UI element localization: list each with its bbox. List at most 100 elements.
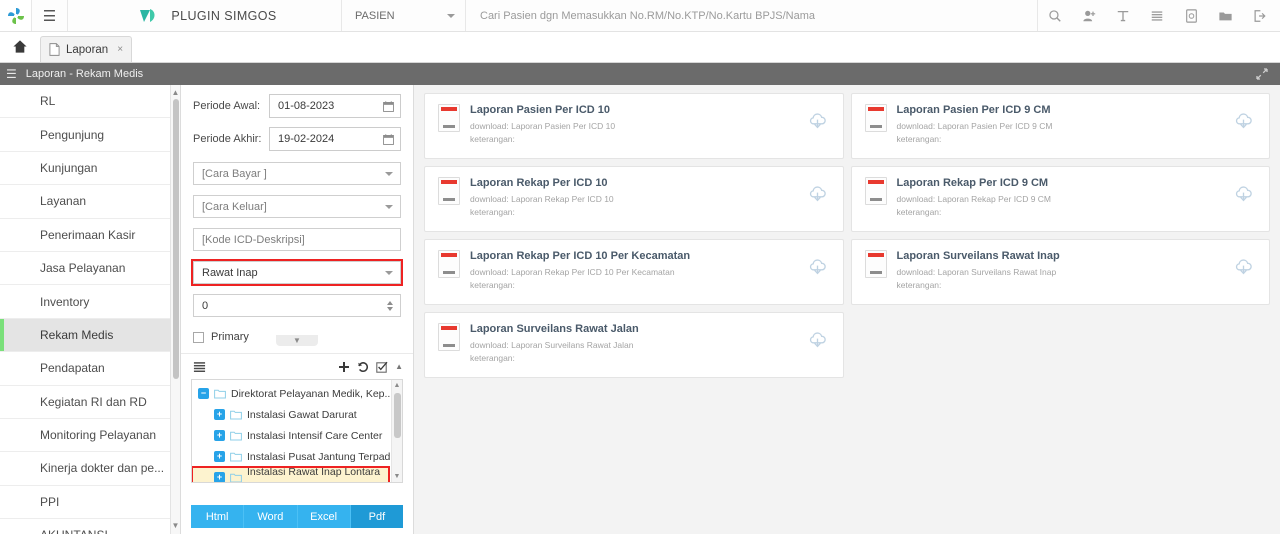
cloud-download-icon[interactable]: [808, 331, 827, 349]
sidebar-item-rl[interactable]: RL: [0, 85, 180, 119]
tab-label: Laporan: [66, 43, 109, 56]
cloud-download-icon[interactable]: [1234, 258, 1253, 276]
export-excel-button[interactable]: Excel: [297, 505, 351, 528]
cara-bayar-select[interactable]: [Cara Bayar ]: [193, 162, 401, 185]
chevron-up-icon[interactable]: ▲: [395, 362, 403, 371]
list-icon[interactable]: [1140, 0, 1174, 32]
sidebar-item-pendapatan[interactable]: Pendapatan: [0, 352, 180, 386]
cloud-download-icon[interactable]: [1234, 185, 1253, 203]
periode-awal-value: 01-08-2023: [278, 100, 335, 112]
stepper-arrows-icon[interactable]: [387, 300, 393, 311]
search-placeholder: Cari Pasien dgn Memasukkan No.RM/No.KTP/…: [480, 9, 816, 22]
page-icon: [49, 43, 60, 56]
tree-node[interactable]: − Direktorat Pelayanan Medik, Kep...: [192, 383, 402, 404]
scrollbar-thumb[interactable]: [173, 99, 179, 379]
cloud-download-icon[interactable]: [1234, 112, 1253, 130]
sidebar-item-pengunjung[interactable]: Pengunjung: [0, 118, 180, 152]
scroll-up-icon[interactable]: ▲: [171, 87, 180, 99]
sidebar-item-label: Kunjungan: [40, 160, 98, 175]
kode-icd-placeholder: [Kode ICD-Deskripsi]: [202, 233, 305, 246]
report-download-text: download: Laporan Rekap Per ICD 9 CM: [896, 194, 1052, 205]
tree-node[interactable]: + Instalasi Intensif Care Center: [192, 425, 402, 446]
expand-arrows-icon[interactable]: [1256, 68, 1280, 80]
scrollbar-thumb[interactable]: [394, 393, 401, 438]
report-card[interactable]: Laporan Pasien Per ICD 9 CM download: Lap…: [850, 93, 1270, 159]
plus-icon[interactable]: [338, 361, 350, 373]
tree-node-label: Instalasi Rawat Inap Lontara ...: [247, 465, 381, 483]
periode-awal-input[interactable]: 01-08-2023: [269, 94, 401, 118]
add-user-icon[interactable]: [1072, 0, 1106, 32]
app-logo[interactable]: [0, 0, 32, 31]
ruang-select[interactable]: Rawat Inap: [191, 259, 403, 286]
unit-tree[interactable]: − Direktorat Pelayanan Medik, Kep... + Inst…: [191, 379, 403, 483]
sidebar-item-kinerja-dokter-dan-pe[interactable]: Kinerja dokter dan pe...: [0, 452, 180, 486]
context-select[interactable]: PASIEN: [342, 0, 466, 31]
report-card[interactable]: Laporan Rekap Per ICD 10 download: Lapora…: [424, 166, 844, 232]
tree-node[interactable]: + Instalasi Rawat Inap Lontara ...: [192, 465, 390, 483]
sidebar-item-monitoring-pelayanan[interactable]: Monitoring Pelayanan: [0, 419, 180, 453]
list-lines-icon[interactable]: [193, 361, 206, 373]
top-bar: ☰ PLUGIN SIMGOS PASIEN Cari Pasien dgn M…: [0, 0, 1280, 32]
tree-node-label: Instalasi Pusat Jantung Terpadu: [247, 450, 397, 463]
expand-plus-icon[interactable]: +: [214, 409, 225, 420]
panel-collapse-handle[interactable]: ▼: [276, 335, 318, 346]
cara-bayar-value: [Cara Bayar ]: [202, 167, 267, 180]
calendar-icon[interactable]: [383, 100, 394, 112]
number-stepper[interactable]: 0: [193, 294, 401, 317]
report-card[interactable]: Laporan Rekap Per ICD 9 CM download: Lapo…: [850, 166, 1270, 232]
search-icon[interactable]: [1038, 0, 1072, 32]
logout-icon[interactable]: [1242, 0, 1276, 32]
scroll-down-icon[interactable]: ▼: [171, 520, 180, 532]
expand-plus-icon[interactable]: +: [214, 472, 225, 482]
report-card[interactable]: Laporan Rekap Per ICD 10 Per Kecamatan do…: [424, 239, 844, 305]
cara-keluar-select[interactable]: [Cara Keluar]: [193, 195, 401, 218]
tab-laporan[interactable]: Laporan ×: [40, 36, 133, 62]
export-html-button[interactable]: Html: [191, 505, 245, 528]
export-pdf-button[interactable]: Pdf: [350, 505, 403, 528]
folder-icon[interactable]: [1208, 0, 1242, 32]
bars-icon[interactable]: ☰: [6, 67, 17, 81]
sidebar-item-rekam-medis[interactable]: Rekam Medis: [0, 318, 180, 353]
document-icon[interactable]: [1174, 0, 1208, 32]
cara-keluar-value: [Cara Keluar]: [202, 200, 267, 213]
cloud-download-icon[interactable]: [808, 112, 827, 130]
text-format-icon[interactable]: [1106, 0, 1140, 32]
sidebar-item-jasa-pelayanan[interactable]: Jasa Pelayanan: [0, 252, 180, 286]
folder-icon: [214, 389, 226, 399]
sidebar-item-akuntansi[interactable]: AKUNTANSI: [0, 519, 180, 534]
sidebar-item-ppi[interactable]: PPI: [0, 486, 180, 520]
kode-icd-input[interactable]: [Kode ICD-Deskripsi]: [193, 228, 401, 251]
history-revert-icon[interactable]: [357, 361, 369, 373]
expand-plus-icon[interactable]: +: [214, 451, 225, 462]
report-card[interactable]: Laporan Pasien Per ICD 10 download: Lapor…: [424, 93, 844, 159]
periode-akhir-input[interactable]: 19-02-2024: [269, 127, 401, 151]
menu-toggle-button[interactable]: ☰: [32, 0, 68, 31]
sidebar-item-kegiatan-ri-dan-rd[interactable]: Kegiatan RI dan RD: [0, 386, 180, 419]
report-card-text: Laporan Rekap Per ICD 10 download: Lapora…: [470, 177, 831, 219]
scroll-up-icon[interactable]: ▲: [392, 382, 402, 389]
expand-plus-icon[interactable]: +: [214, 430, 225, 441]
patient-search-field[interactable]: Cari Pasien dgn Memasukkan No.RM/No.KTP/…: [466, 0, 1038, 31]
hamburger-icon: ☰: [42, 7, 57, 25]
calendar-icon[interactable]: [383, 133, 394, 145]
collapse-minus-icon[interactable]: −: [198, 388, 209, 399]
check-square-icon[interactable]: [376, 361, 388, 373]
cloud-download-icon[interactable]: [808, 258, 827, 276]
report-card[interactable]: Laporan Surveilans Rawat Jalan download: …: [424, 312, 844, 378]
sidebar-item-inventory[interactable]: Inventory: [0, 285, 180, 319]
sidebar-item-penerimaan-kasir[interactable]: Penerimaan Kasir: [0, 219, 180, 252]
periode-akhir-row: Periode Akhir: 19-02-2024: [181, 124, 413, 154]
sidebar-item-layanan[interactable]: Layanan: [0, 185, 180, 219]
sidebar-item-kunjungan[interactable]: Kunjungan: [0, 152, 180, 186]
tree-scrollbar[interactable]: ▲ ▼: [391, 380, 402, 482]
tree-node[interactable]: + Instalasi Pusat Jantung Terpadu: [192, 446, 402, 467]
cloud-download-icon[interactable]: [808, 185, 827, 203]
scroll-down-icon[interactable]: ▼: [392, 473, 402, 480]
close-icon[interactable]: ×: [117, 44, 123, 55]
home-tab-button[interactable]: [0, 31, 40, 62]
sidebar-scrollbar[interactable]: ▲ ▼: [170, 85, 180, 534]
tree-node[interactable]: + Instalasi Gawat Darurat: [192, 404, 402, 425]
export-word-button[interactable]: Word: [244, 505, 298, 528]
report-card[interactable]: Laporan Surveilans Rawat Inap download: L…: [850, 239, 1270, 305]
folder-icon: [230, 431, 242, 441]
